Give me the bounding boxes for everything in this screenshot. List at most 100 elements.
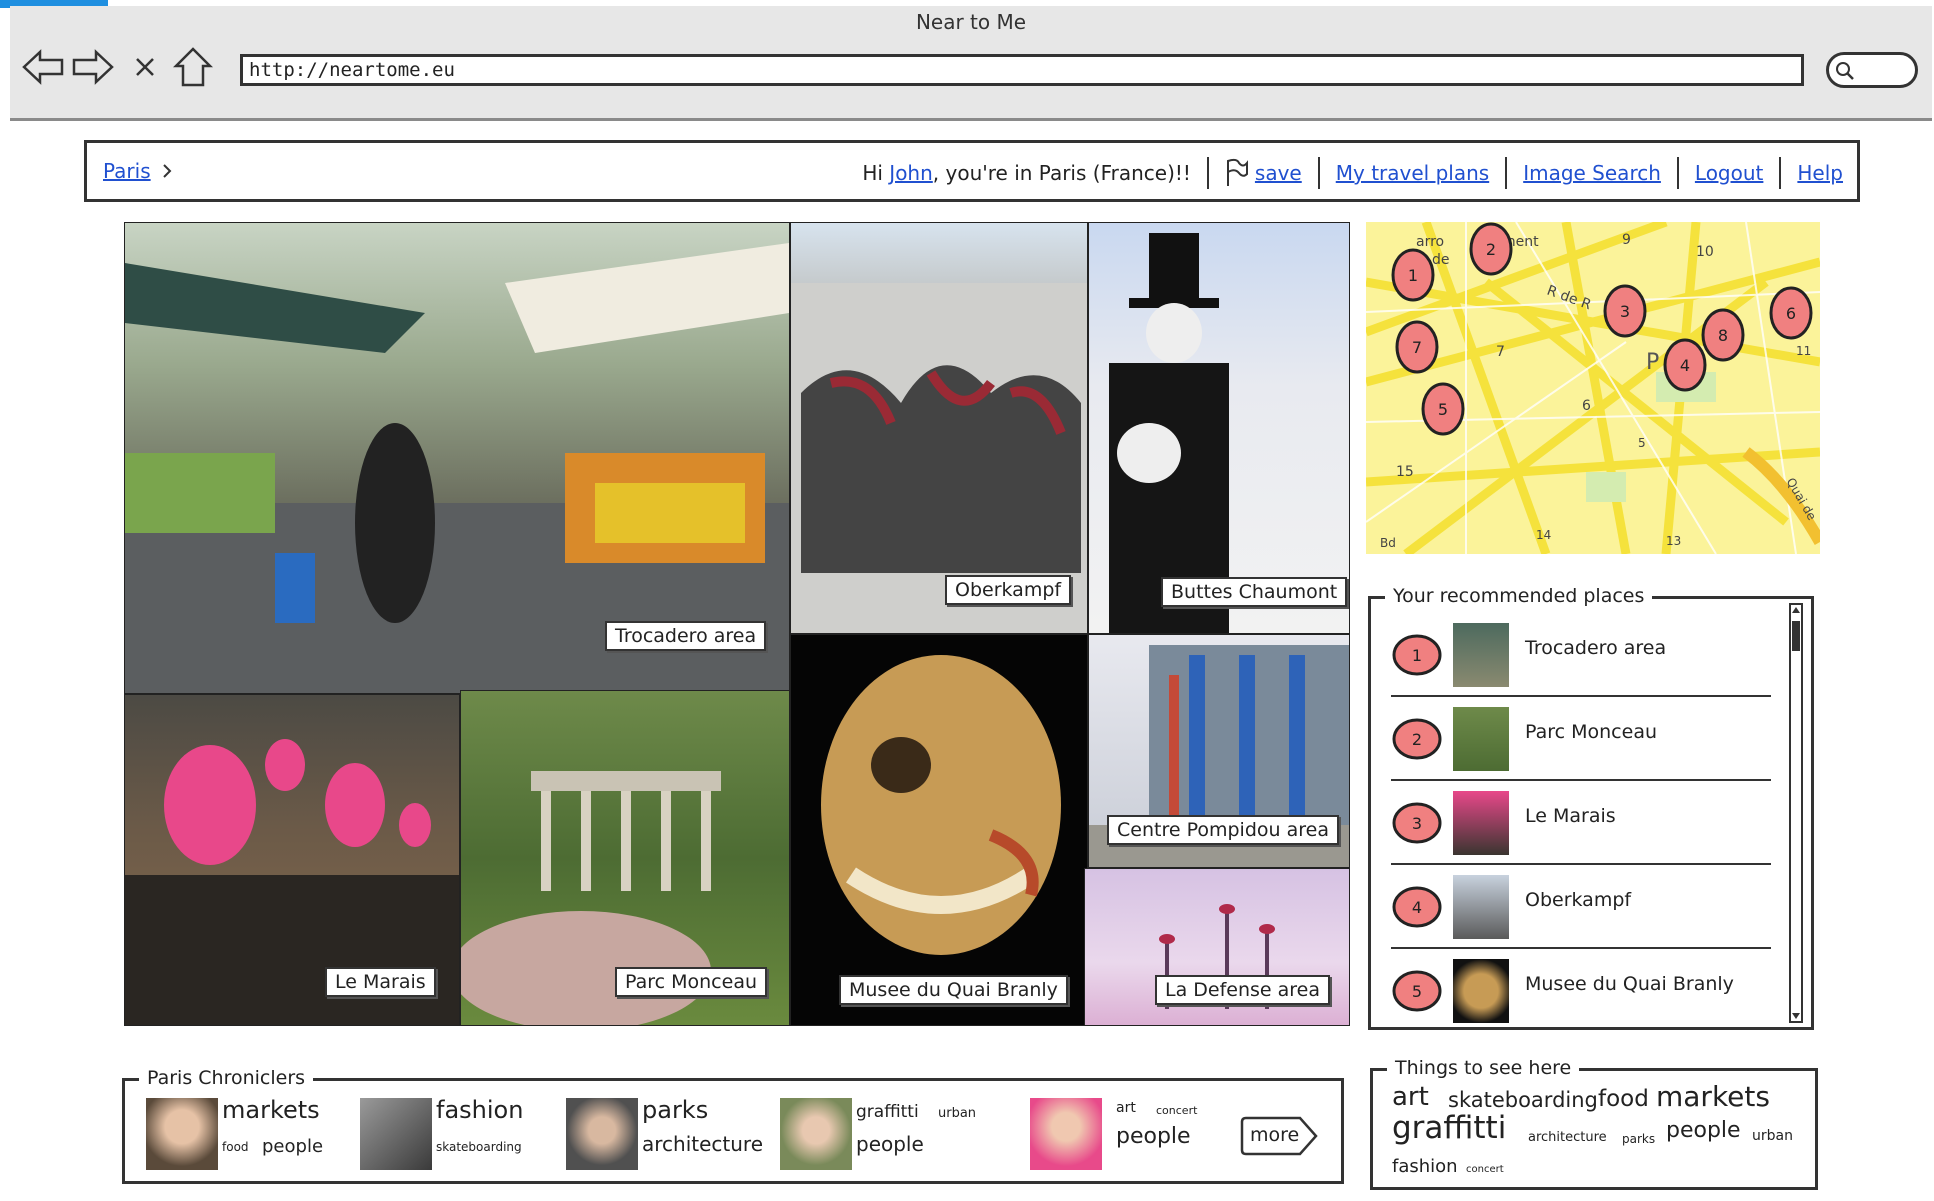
scrollbar-thumb[interactable] bbox=[1792, 621, 1800, 651]
chronicler-tag[interactable]: food bbox=[222, 1140, 249, 1154]
map-label: Bd bbox=[1380, 536, 1396, 550]
forward-arrow-icon[interactable] bbox=[70, 44, 116, 90]
place-name: Musee du Quai Branly bbox=[1525, 973, 1734, 995]
map-label: P bbox=[1646, 350, 1660, 375]
divider bbox=[1317, 157, 1320, 189]
breadcrumb-paris-link[interactable]: Paris bbox=[103, 159, 151, 183]
map-label: 15 bbox=[1396, 464, 1414, 480]
mime-performers-image bbox=[1109, 233, 1229, 633]
svg-text:2: 2 bbox=[1412, 730, 1422, 749]
map-pin-2[interactable]: 2 bbox=[1468, 222, 1514, 280]
city-map[interactable]: arro ment de 9 10 R de R 7 P 6 5 15 14 1… bbox=[1366, 222, 1820, 554]
chronicler-tag[interactable]: skateboarding bbox=[436, 1140, 522, 1154]
recommended-item[interactable]: 2 Parc Monceau bbox=[1391, 699, 1771, 781]
photo-buttes-chaumont[interactable]: Buttes Chaumont bbox=[1088, 222, 1350, 634]
map-pin-8[interactable]: 8 bbox=[1700, 308, 1746, 366]
chevron-right-icon bbox=[162, 164, 172, 178]
photo-caption: Oberkampf bbox=[945, 575, 1072, 605]
travel-plans-link[interactable]: My travel plans bbox=[1336, 161, 1489, 185]
map-pin-6[interactable]: 6 bbox=[1768, 286, 1814, 344]
graffiti-wall-image bbox=[791, 283, 1087, 633]
place-name: Le Marais bbox=[1525, 805, 1616, 827]
tag-cloud-item[interactable]: parks bbox=[1622, 1132, 1655, 1146]
map-pin-7[interactable]: 7 bbox=[1394, 320, 1440, 378]
place-name: Parc Monceau bbox=[1525, 721, 1658, 743]
map-pin-3[interactable]: 3 bbox=[1602, 284, 1648, 342]
map-label: 9 bbox=[1622, 232, 1631, 248]
more-chroniclers-button[interactable]: more bbox=[1240, 1114, 1320, 1162]
photo-caption: La Defense area bbox=[1155, 975, 1331, 1005]
svg-text:4: 4 bbox=[1680, 356, 1690, 375]
place-thumbnail bbox=[1453, 875, 1509, 939]
recommended-item[interactable]: 3 Le Marais bbox=[1391, 783, 1771, 865]
scrollbar[interactable] bbox=[1789, 603, 1803, 1023]
site-navigation-bar: Paris Hi John, you're in Paris (France)!… bbox=[84, 140, 1860, 202]
photo-musee-du-quai-branly[interactable]: Musee du Quai Branly bbox=[790, 634, 1088, 1026]
chronicler-tag[interactable]: parks bbox=[642, 1096, 708, 1124]
map-label: 14 bbox=[1536, 528, 1552, 542]
chronicler-tag[interactable]: graffitti bbox=[856, 1102, 919, 1122]
home-icon[interactable] bbox=[170, 44, 216, 90]
chronicler-avatar[interactable] bbox=[146, 1098, 218, 1170]
tag-cloud-item[interactable]: markets bbox=[1656, 1080, 1770, 1113]
photo-la-defense-area[interactable]: La Defense area bbox=[1084, 868, 1350, 1026]
tag-cloud-item[interactable]: skateboarding bbox=[1448, 1088, 1598, 1112]
stop-icon[interactable] bbox=[122, 44, 168, 90]
tag-cloud-item[interactable]: concert bbox=[1466, 1164, 1504, 1175]
photo-trocadero-area[interactable]: Trocadero area bbox=[124, 222, 790, 694]
tag-cloud-item[interactable]: architecture bbox=[1528, 1130, 1607, 1145]
photo-le-marais[interactable]: Le Marais bbox=[124, 694, 460, 1026]
chronicler-avatar[interactable] bbox=[566, 1098, 638, 1170]
scroll-up-icon[interactable] bbox=[1791, 605, 1801, 615]
user-link[interactable]: John bbox=[889, 161, 933, 185]
chronicler-avatar[interactable] bbox=[1030, 1098, 1102, 1170]
recommended-item[interactable]: 1 Trocadero area bbox=[1391, 615, 1771, 697]
chronicler-tag[interactable]: art bbox=[1116, 1100, 1136, 1116]
tag-cloud-item[interactable]: art bbox=[1392, 1082, 1429, 1112]
chronicler-tag[interactable]: markets bbox=[222, 1096, 320, 1124]
help-link[interactable]: Help bbox=[1797, 161, 1843, 185]
chronicler-tag[interactable]: people bbox=[856, 1132, 924, 1156]
map-pin-1[interactable]: 1 bbox=[1390, 248, 1436, 306]
photo-caption: Parc Monceau bbox=[615, 967, 768, 997]
chronicler-tag[interactable]: people bbox=[262, 1136, 323, 1157]
recommended-item[interactable]: 5 Musee du Quai Branly bbox=[1391, 951, 1771, 1031]
chronicler-tag[interactable]: fashion bbox=[436, 1096, 523, 1124]
divider bbox=[1676, 157, 1679, 189]
chronicler-avatar[interactable] bbox=[360, 1098, 432, 1170]
photo-centre-pompidou-area[interactable]: Centre Pompidou area bbox=[1088, 634, 1350, 868]
image-search-link[interactable]: Image Search bbox=[1523, 161, 1661, 185]
logout-link[interactable]: Logout bbox=[1695, 161, 1763, 185]
chronicler-tag[interactable]: concert bbox=[1156, 1104, 1197, 1117]
flag-icon[interactable] bbox=[1225, 158, 1249, 188]
browser-search-field[interactable] bbox=[1826, 52, 1918, 88]
browser-chrome: Near to Me http://neartome.eu bbox=[10, 6, 1932, 121]
scroll-down-icon[interactable] bbox=[1791, 1011, 1801, 1021]
number-pin-icon: 5 bbox=[1392, 970, 1442, 1012]
chronicler-tag[interactable]: people bbox=[1116, 1124, 1191, 1149]
tag-cloud-item[interactable]: fashion bbox=[1392, 1156, 1458, 1177]
carved-mask-image bbox=[821, 655, 1061, 955]
map-label: 7 bbox=[1496, 344, 1505, 360]
greeting: Hi John, you're in Paris (France)!! bbox=[862, 161, 1191, 185]
map-label: 5 bbox=[1638, 436, 1646, 450]
tag-cloud-item[interactable]: people bbox=[1666, 1118, 1741, 1143]
tag-cloud-item[interactable]: urban bbox=[1752, 1128, 1793, 1144]
chronicler-avatar[interactable] bbox=[780, 1098, 852, 1170]
save-link[interactable]: save bbox=[1255, 161, 1302, 185]
photo-oberkampf[interactable]: Oberkampf bbox=[790, 222, 1088, 634]
map-pin-5[interactable]: 5 bbox=[1420, 382, 1466, 440]
tag-cloud-item[interactable]: food bbox=[1598, 1086, 1649, 1112]
photo-parc-monceau[interactable]: Parc Monceau bbox=[460, 690, 790, 1026]
greeting-suffix: , you're in Paris (France)!! bbox=[932, 161, 1191, 185]
recommended-item[interactable]: 4 Oberkampf bbox=[1391, 867, 1771, 949]
svg-text:5: 5 bbox=[1412, 982, 1422, 1001]
place-name: Oberkampf bbox=[1525, 889, 1632, 911]
chronicler-tag[interactable]: architecture bbox=[642, 1132, 763, 1156]
chronicler-tag[interactable]: urban bbox=[938, 1106, 976, 1121]
url-input[interactable]: http://neartome.eu bbox=[240, 54, 1804, 86]
tag-cloud-item[interactable]: graffitti bbox=[1392, 1110, 1506, 1146]
chroniclers-title: Paris Chroniclers bbox=[139, 1067, 314, 1089]
back-arrow-icon[interactable] bbox=[20, 44, 66, 90]
map-label: 13 bbox=[1666, 534, 1682, 548]
